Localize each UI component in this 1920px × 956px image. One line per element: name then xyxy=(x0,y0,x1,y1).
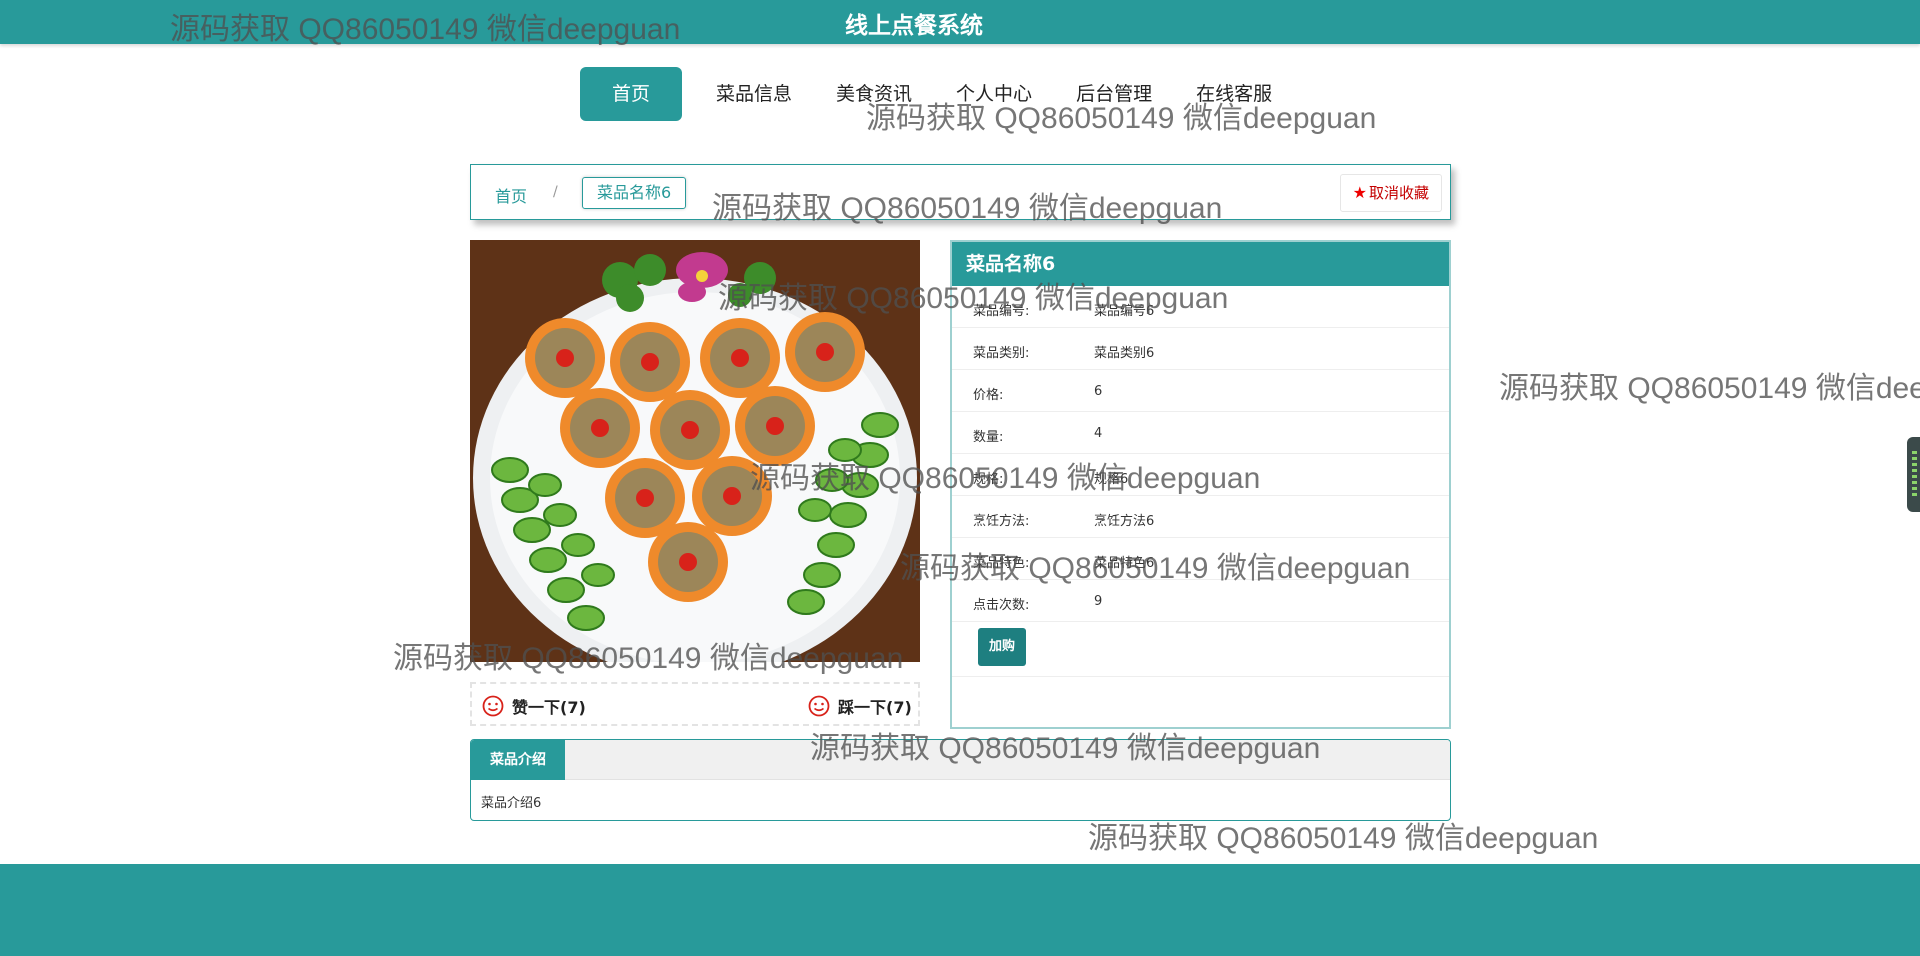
detail-row: 规格: 规格6 xyxy=(952,454,1449,496)
field-value: 菜品特色6 xyxy=(1094,556,1155,571)
breadcrumb-separator: / xyxy=(553,184,558,200)
field-value: 菜品编号6 xyxy=(1094,304,1155,319)
top-bar: 线上点餐系统 xyxy=(0,0,1920,44)
intro-content: 菜品介绍6 xyxy=(481,796,542,811)
smile-icon xyxy=(482,695,504,717)
dislike-button[interactable]: 踩一下(7) xyxy=(808,694,912,718)
dish-image xyxy=(470,240,920,662)
like-button[interactable]: 赞一下(7) xyxy=(482,694,586,718)
field-label: 点击次数: xyxy=(973,598,1030,613)
nav-item-admin[interactable]: 后台管理 xyxy=(1054,67,1174,121)
field-value: 规格6 xyxy=(1094,472,1129,487)
dislike-label: 踩一下(7) xyxy=(838,698,912,717)
field-label: 烹饪方法: xyxy=(973,514,1030,529)
field-value: 烹饪方法6 xyxy=(1094,514,1155,529)
detail-row: 菜品编号: 菜品编号6 xyxy=(952,286,1449,328)
nav-item-dishes[interactable]: 菜品信息 xyxy=(694,67,814,121)
vote-bar: 赞一下(7) 踩一下(7) xyxy=(470,682,920,726)
breadcrumb: 首页 / 菜品名称6 ★ 取消收藏 xyxy=(470,164,1451,220)
field-label: 规格: xyxy=(973,472,1004,487)
detail-row: 价格: 6 xyxy=(952,370,1449,412)
watermark-text: 源码获取 QQ86050149 微信deepguan xyxy=(1499,372,1920,405)
field-label: 价格: xyxy=(973,388,1004,403)
field-label: 菜品特色: xyxy=(973,556,1030,571)
detail-row: 菜品类别: 菜品类别6 xyxy=(952,328,1449,370)
dish-detail-panel: 菜品名称6 菜品编号: 菜品编号6 菜品类别: 菜品类别6 价格: 6 数量: 4 规格… xyxy=(950,240,1451,729)
field-label: 菜品类别: xyxy=(973,346,1030,361)
unfavorite-label: 取消收藏 xyxy=(1368,184,1429,202)
intro-tab-bar: 菜品介绍 xyxy=(471,740,1450,780)
field-value: 4 xyxy=(1094,426,1103,441)
divider xyxy=(952,676,1449,677)
field-label: 菜品编号: xyxy=(973,304,1030,319)
tab-dish-intro[interactable]: 菜品介绍 xyxy=(471,740,565,780)
site-title: 线上点餐系统 xyxy=(845,13,983,39)
nav-item-support[interactable]: 在线客服 xyxy=(1174,67,1294,121)
field-label: 数量: xyxy=(973,430,1004,445)
dish-intro-panel: 菜品介绍 菜品介绍6 xyxy=(470,739,1451,821)
footer xyxy=(0,864,1920,956)
like-label: 赞一下(7) xyxy=(512,698,586,717)
detail-row: 烹饪方法: 烹饪方法6 xyxy=(952,496,1449,538)
dish-title: 菜品名称6 xyxy=(952,242,1449,286)
breadcrumb-current: 菜品名称6 xyxy=(582,177,687,209)
side-drawer-handle[interactable] xyxy=(1907,437,1920,512)
nav-item-food-news[interactable]: 美食资讯 xyxy=(814,67,934,121)
detail-row: 点击次数: 9 xyxy=(952,580,1449,622)
smile-icon xyxy=(808,695,830,717)
field-value: 菜品类别6 xyxy=(1094,346,1155,361)
field-value: 9 xyxy=(1094,594,1103,609)
breadcrumb-home-link[interactable]: 首页 xyxy=(495,183,527,207)
unfavorite-button[interactable]: ★ 取消收藏 xyxy=(1339,174,1442,212)
detail-row: 菜品特色: 菜品特色6 xyxy=(952,538,1449,580)
star-icon: ★ xyxy=(1352,183,1367,202)
nav-item-home[interactable]: 首页 xyxy=(580,67,683,121)
add-to-cart-button[interactable]: 加购 xyxy=(978,628,1026,666)
main-nav: 首页 菜品信息 美食资讯 个人中心 后台管理 在线客服 xyxy=(580,67,1294,121)
field-value: 6 xyxy=(1094,384,1103,399)
detail-row: 数量: 4 xyxy=(952,412,1449,454)
nav-item-profile[interactable]: 个人中心 xyxy=(934,67,1054,121)
